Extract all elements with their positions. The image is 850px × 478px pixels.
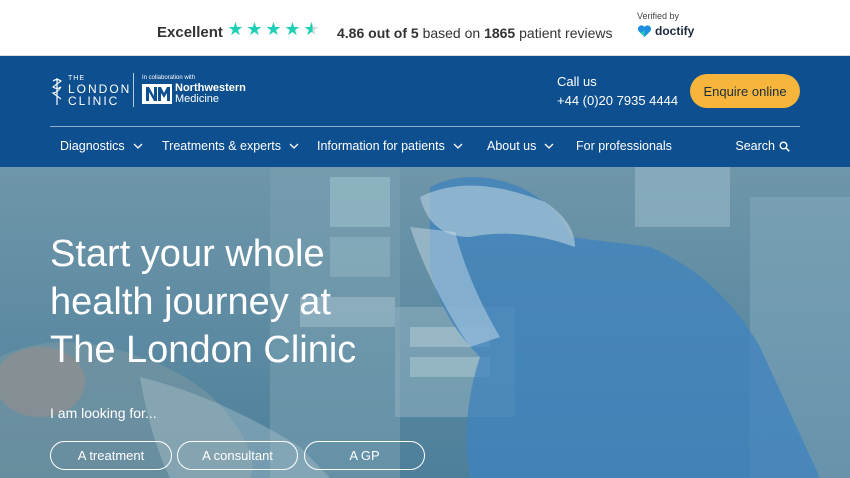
nav-information-patients[interactable]: Information for patients [317,139,463,153]
hero-title: Start your whole health journey at The L… [50,230,450,374]
half-star-icon: ★ [303,19,320,39]
hero-section: Start your whole health journey at The L… [0,167,850,478]
main-nav: Diagnostics Treatments & experts Informa… [50,139,800,159]
star-rating: ★ ★ ★ ★ ★ [227,19,320,39]
search-icon [779,141,790,152]
chevron-down-icon [453,143,463,149]
chevron-down-icon [133,143,143,149]
find-consultant-button[interactable]: A consultant [177,441,298,470]
nm-monogram-icon [142,84,172,104]
rating-word: Excellent [157,24,223,41]
nav-label: Information for patients [317,139,445,153]
verified-badge[interactable]: Verified by doctify [637,11,694,38]
looking-for-prompt: I am looking for... [50,405,157,421]
reviews-label: patient reviews [519,25,613,41]
northwestern-logo[interactable]: In collaboration with Northwestern Medic… [142,75,246,105]
nav-label: For professionals [576,139,672,153]
nav-label: About us [487,139,537,153]
search-label: Search [735,139,775,153]
hero-title-line: health journey at [50,281,331,323]
nav-label: Treatments & experts [162,139,282,153]
find-gp-button[interactable]: A GP [304,441,425,470]
header-divider [50,126,800,127]
chevron-down-icon [544,143,554,149]
nav-treatments-experts[interactable]: Treatments & experts [162,139,299,153]
find-treatment-button[interactable]: A treatment [50,441,172,470]
hero-title-line: The London Clinic [50,329,357,371]
nav-label: Diagnostics [60,139,125,153]
partner-name-line2: Medicine [175,93,220,105]
phone-number-link[interactable]: +44 (0)20 7935 4444 [557,93,678,108]
search-button[interactable]: Search [735,139,790,153]
review-bar: Excellent ★ ★ ★ ★ ★ 4.86 out of 5 based … [0,0,850,56]
hero-title-line: Start your whole [50,233,325,275]
nav-diagnostics[interactable]: Diagnostics [60,139,143,153]
star-icon: ★ [284,19,301,39]
star-icon: ★ [227,19,244,39]
chevron-down-icon [289,143,299,149]
site-header: THE LONDON CLINIC In collaboration with … [0,56,850,167]
rating-score: 4.86 out of 5 [337,25,419,41]
review-count: 1865 [484,25,516,41]
star-icon: ★ [246,19,263,39]
enquire-online-button[interactable]: Enquire online [690,74,800,108]
logo-line-clinic: CLINIC [68,94,120,108]
nav-about-us[interactable]: About us [487,139,554,153]
rating-summary: 4.86 out of 5 based on 1865 patient revi… [337,25,613,41]
doctify-logo-icon [637,24,652,37]
doctify-name: doctify [655,24,695,38]
logo-line-the: THE [68,75,85,82]
london-clinic-logo[interactable]: THE LONDON CLINIC [50,75,131,107]
rod-of-asclepius-icon [51,78,62,105]
logo-divider [133,73,134,107]
nav-for-professionals[interactable]: For professionals [576,139,672,153]
verified-label: Verified by [637,11,680,21]
based-on-text: based on [422,25,481,41]
collab-text: In collaboration with [142,75,196,81]
call-us-label: Call us [557,74,597,89]
star-icon: ★ [265,19,282,39]
